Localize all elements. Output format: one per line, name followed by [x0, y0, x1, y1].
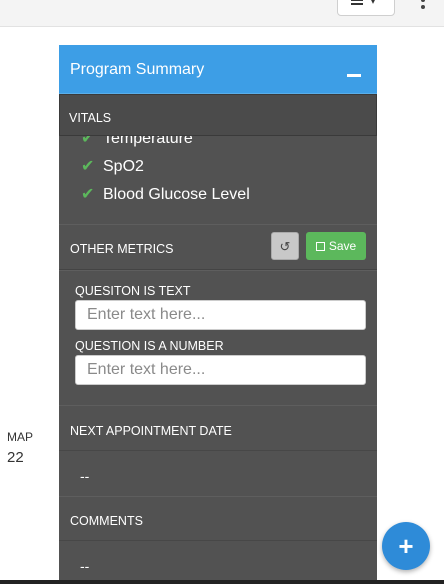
questions-form: QUESITON IS TEXT QUESTION IS A NUMBER [59, 270, 377, 405]
minus-icon[interactable] [347, 74, 361, 77]
vitals-heading: VITALS [69, 111, 112, 125]
bottom-border [0, 580, 444, 584]
top-bar: ▾ [0, 0, 444, 27]
next-appointment-value: -- [80, 468, 90, 484]
program-summary-panel: Program Summary VITALS ✔ Temperature ✔ SpO… [59, 45, 377, 584]
reset-button[interactable]: ↺ [271, 232, 299, 260]
caret-down-icon: ▾ [371, 0, 376, 6]
map-label: MAP [7, 430, 34, 444]
check-icon: ✔ [81, 136, 95, 147]
other-metrics-header: OTHER METRICS ↺ Save [59, 224, 377, 270]
comments-label: COMMENTS [70, 514, 143, 528]
other-metrics-heading: OTHER METRICS [70, 242, 174, 256]
check-icon: ✔ [81, 158, 95, 175]
divider [59, 450, 377, 451]
map-value: 22 [7, 449, 24, 466]
menu-bars-icon [351, 0, 363, 1]
floppy-disk-icon [315, 242, 325, 251]
panel-header[interactable]: Program Summary [59, 45, 377, 94]
question-label: QUESTION IS A NUMBER [75, 339, 224, 353]
comments-section: COMMENTS -- [59, 496, 377, 584]
undo-icon: ↺ [279, 239, 291, 254]
menu-dropdown-button[interactable]: ▾ [337, 0, 395, 16]
list-item: ✔ Blood Glucose Level [81, 186, 250, 203]
list-item: ✔ Temperature [81, 136, 193, 148]
text-question-input[interactable] [75, 300, 366, 330]
check-icon: ✔ [81, 186, 95, 203]
comments-value: -- [80, 558, 90, 574]
question-label: QUESITON IS TEXT [75, 284, 191, 298]
next-appointment-label: NEXT APPOINTMENT DATE [70, 424, 232, 438]
number-question-input[interactable] [75, 355, 366, 385]
list-item: ✔ SpO2 [81, 158, 144, 175]
add-button[interactable]: + [382, 522, 430, 570]
kebab-icon[interactable] [419, 0, 427, 12]
divider [59, 540, 377, 541]
next-appointment-section: NEXT APPOINTMENT DATE -- [59, 405, 377, 496]
vitals-section-header: VITALS [59, 94, 377, 136]
panel-title: Program Summary [70, 61, 205, 78]
vitals-list: ✔ Temperature ✔ SpO2 ✔ Blood Glucose Level [59, 136, 377, 224]
save-button[interactable]: Save [306, 232, 366, 260]
